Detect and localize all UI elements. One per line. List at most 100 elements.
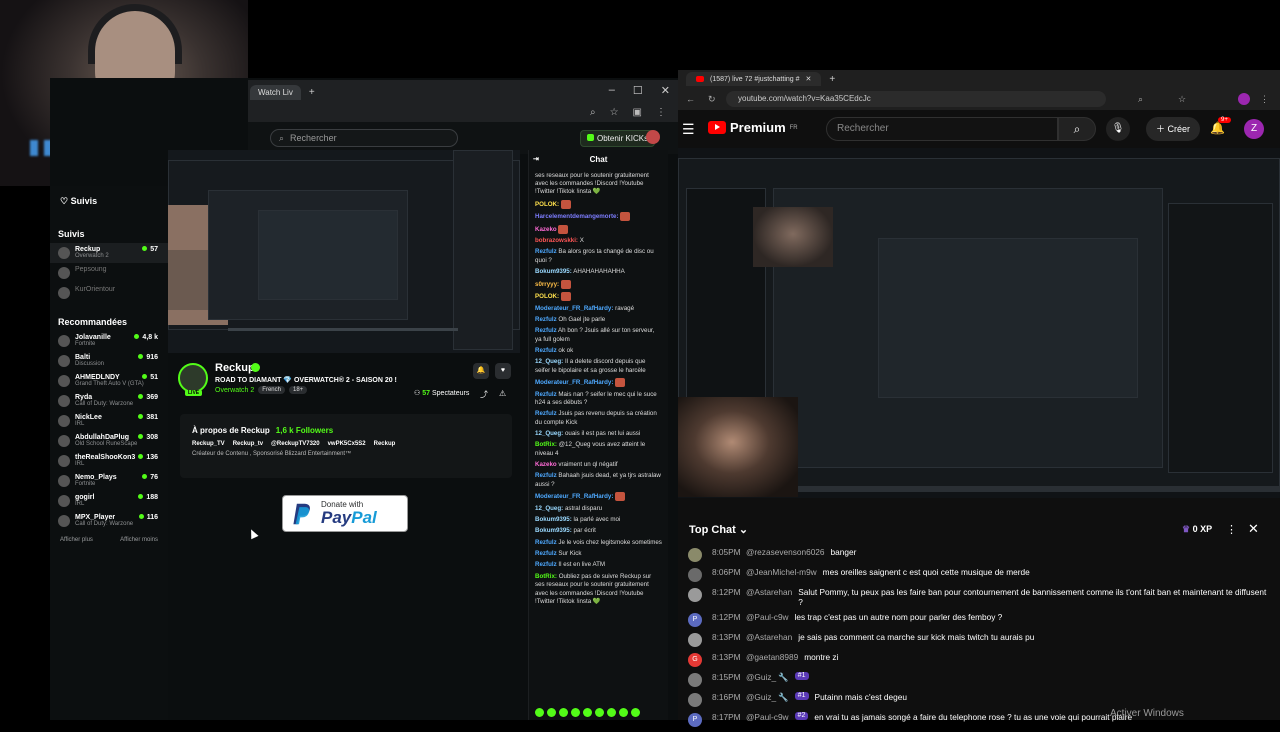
chat-username[interactable]: Bokum9395: [535,268,572,275]
avatar[interactable] [688,548,702,562]
new-tab-button[interactable]: + [309,87,315,98]
chat-author[interactable]: @Paul-c9w [746,712,789,722]
kick-tab[interactable]: Watch Liv [250,84,301,100]
chat-username[interactable]: POLOK: [535,201,559,208]
social-instagram[interactable]: Reckup_tv [233,441,263,447]
sidebar-item-ahmedlndy[interactable]: AHMEDLNDY Grand Theft Auto V (GTA) 51 [50,371,168,391]
chat-username[interactable]: Rezfulz [535,410,557,417]
chat-username[interactable]: Kazeko [535,226,557,233]
chat-username[interactable]: 12_Queg: [535,358,563,365]
sidebar-item-mpx_player[interactable]: MPX_Player Call of Duty: Warzone 116 [50,511,168,531]
emote-icon[interactable] [559,707,568,717]
chat-author[interactable]: @JeanMichel-m9w [746,567,817,577]
extensions-icon[interactable]: ▣ [633,107,642,118]
sidebar-item-ryda[interactable]: Ryda Call of Duty: Warzone 369 [50,391,168,411]
show-less-link[interactable]: Afficher moins [120,537,158,543]
emote-icon[interactable] [571,707,580,717]
chat-username[interactable]: Bokum9395: [535,516,572,523]
avatar[interactable] [688,632,702,647]
sidebar-item-abdullahdaplug[interactable]: AbdullahDaPlug Old School RuneScape 308 [50,431,168,451]
emote-icon[interactable] [607,707,616,717]
social-youtube[interactable]: @ReckupTV7320 [271,441,320,447]
notification-bell-button[interactable]: 🔔 [473,363,489,379]
sidebar-suivis-title[interactable]: ♡ Suivis [50,186,168,211]
chat-username[interactable]: Moderateur_FR_RafHardy: [535,379,613,386]
chat-username[interactable]: Kazeko [535,461,557,468]
report-icon[interactable]: ⚠ [499,389,506,398]
emote-icon[interactable] [547,707,556,717]
star-icon[interactable]: ☆ [610,107,619,118]
youtube-search-input[interactable]: Rechercher [826,117,1058,141]
tag-language[interactable]: French [258,386,285,394]
user-avatar[interactable] [646,130,660,144]
chat-username[interactable]: POLOK: [535,293,559,300]
category-link[interactable]: Overwatch 2 [215,387,254,394]
url-field[interactable]: youtube.com/watch?v=Kaa35CEdcJc [726,91,1106,107]
avatar[interactable] [688,588,702,602]
chat-username[interactable]: 12_Queg: [535,430,563,437]
emote-icon[interactable] [583,707,592,717]
create-button[interactable]: ＋ Créer [1146,117,1201,141]
chat-author[interactable]: @Paul-c9w [746,612,789,622]
sidebar-item-therealshookon3[interactable]: theRealShooKon3 IRL 136 [50,451,168,471]
sidebar-item-nemo_plays[interactable]: Nemo_Plays Fortnite 76 [50,471,168,491]
chat-username[interactable]: Rezfulz [535,539,557,546]
avatar[interactable]: P [688,612,702,627]
social-tiktok[interactable]: Reckup [374,441,396,447]
avatar[interactable] [688,568,702,582]
tag-age[interactable]: 18+ [288,386,308,394]
chat-username[interactable]: Harcelementdemangemorte: [535,213,619,220]
zoom-icon[interactable]: ⌕ [1138,94,1143,105]
star-icon[interactable]: ☆ [1178,94,1186,105]
menu-icon[interactable]: ⋮ [1260,94,1269,105]
chat-username[interactable]: 12_Queg: [535,505,563,512]
chat-username[interactable]: Rezfulz [535,472,557,479]
chat-username[interactable]: Rezfulz [535,327,557,334]
kick-search-input[interactable]: ⌕ Rechercher [270,129,458,147]
sidebar-item-jolavanille[interactable]: Jolavanille Fortnite 4,8 k [50,331,168,351]
menu-icon[interactable]: ⋮ [656,107,666,118]
profile-icon[interactable] [1238,93,1250,105]
chat-author[interactable]: @Guiz_ 🔧 [746,672,789,682]
sidebar-item-nicklee[interactable]: NickLee IRL 381 [50,411,168,431]
obtenir-kicks-button[interactable]: Obtenir KICKs [580,130,656,147]
paypal-donate-button[interactable]: Donate with PayPal [282,495,408,532]
account-avatar[interactable]: Z [1244,119,1264,139]
streamer-name[interactable]: Reckup [215,362,255,374]
emote-icon[interactable] [631,707,640,717]
chat-username[interactable]: Moderateur_FR_RafHardy: [535,493,613,500]
minimize-button[interactable]: – [609,84,615,97]
chat-author[interactable]: @rezasevenson6026 [746,547,825,557]
show-more-link[interactable]: Afficher plus [60,537,93,543]
chat-author[interactable]: @Astarehan [746,587,792,597]
chat-username[interactable]: Rezfulz [535,561,557,568]
microphone-icon[interactable]: 🎙 [1106,117,1130,141]
chat-username[interactable]: BotRix: [535,441,557,448]
chat-username[interactable]: Rezfulz [535,347,557,354]
sidebar-item-kurorientour[interactable]: KurOrientour [50,283,168,303]
xp-badge[interactable]: ♛ 0 XP [1182,524,1212,535]
follow-heart-button[interactable]: ♥ [495,363,511,379]
collapse-chat-icon[interactable]: ⇥ [533,150,539,170]
chat-username[interactable]: bobrazowskki: [535,237,578,244]
emote-icon[interactable] [595,707,604,717]
social-x[interactable]: Reckup_TV [192,441,225,447]
youtube-premium-logo[interactable]: Premium FR [708,120,798,135]
chat-username[interactable]: Moderateur_FR_RafHardy: [535,305,613,312]
chat-username[interactable]: s0rryyy: [535,281,559,288]
social-discord[interactable]: vwPK5Cx5S2 [328,441,366,447]
back-icon[interactable]: ← [686,94,695,104]
chat-username[interactable]: Rezfulz [535,550,557,557]
reload-icon[interactable]: ↻ [708,94,716,105]
emote-icon[interactable] [619,707,628,717]
streamer-avatar[interactable]: LIVE [178,363,208,396]
top-chat-dropdown[interactable]: Top Chat ⌄ [689,523,748,536]
avatar[interactable] [688,692,702,707]
close-chat-icon[interactable]: ✕ [1248,521,1259,537]
maximize-button[interactable]: ☐ [633,84,643,97]
sidebar-item-reckup[interactable]: Reckup Overwatch 2 57 [50,243,168,263]
chat-username[interactable]: Bokum9395: [535,527,572,534]
emote-icon[interactable] [535,707,544,717]
sidebar-item-gogirl[interactable]: gogirl IRL 188 [50,491,168,511]
chat-username[interactable]: Rezfulz [535,391,557,398]
